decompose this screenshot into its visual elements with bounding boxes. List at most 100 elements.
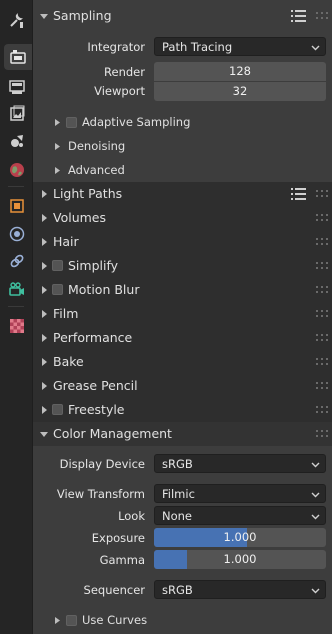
display-device-value: sRGB	[162, 457, 193, 471]
use-curves-label: Use Curves	[82, 613, 148, 627]
chevron-down-icon	[311, 45, 320, 51]
drag-grip-icon[interactable]	[316, 381, 328, 391]
render-properties: Sampling Integrator Path Tracing Render …	[33, 0, 332, 634]
exposure-slider[interactable]: 1.000	[154, 528, 326, 547]
constraints-tab[interactable]	[4, 248, 30, 274]
chevron-down-icon	[311, 492, 320, 498]
collapsed-arrow-icon	[42, 190, 47, 198]
properties-tab-bar	[0, 0, 33, 634]
drag-grip-icon[interactable]	[316, 285, 328, 295]
collapsed-arrow-icon	[55, 617, 60, 624]
display-device-label: Display Device	[59, 457, 145, 471]
physics-tab[interactable]	[4, 221, 30, 247]
denoising-subpanel[interactable]: Denoising	[53, 137, 313, 157]
freestyle-header[interactable]: Freestyle	[33, 398, 332, 422]
drag-grip-icon[interactable]	[316, 189, 328, 199]
drag-grip-icon[interactable]	[316, 405, 328, 415]
output-tab-icon	[9, 80, 25, 94]
expanded-arrow-icon	[40, 14, 48, 19]
output-tab[interactable]	[4, 74, 30, 100]
viewport-samples-label: Viewport	[94, 84, 145, 98]
panel-title: Volumes	[53, 210, 107, 225]
drag-grip-icon[interactable]	[316, 357, 328, 367]
texture-tab[interactable]	[4, 313, 30, 339]
drag-grip-icon[interactable]	[316, 309, 328, 319]
collapsed-arrow-icon	[42, 334, 47, 342]
scene-tab[interactable]	[4, 128, 30, 154]
panel-title: Motion Blur	[68, 282, 140, 297]
view-transform-label: View Transform	[56, 487, 145, 501]
volumes-header[interactable]: Volumes	[33, 206, 332, 230]
view-layer-tab-icon	[10, 105, 25, 121]
advanced-subpanel[interactable]: Advanced	[53, 161, 313, 181]
gamma-value: 1.000	[223, 552, 257, 566]
view-transform-dropdown[interactable]: Filmic	[154, 484, 326, 503]
panel-title: Bake	[53, 354, 84, 369]
viewport-samples-value: 32	[232, 84, 248, 98]
world-tab-icon	[10, 163, 24, 177]
simplify-header[interactable]: Simplify	[33, 254, 332, 278]
sampling-header[interactable]: Sampling	[33, 4, 332, 28]
performance-header[interactable]: Performance	[33, 326, 332, 350]
adaptive-sampling-checkbox[interactable]	[66, 117, 77, 128]
sequencer-dropdown[interactable]: sRGB	[154, 580, 326, 599]
scene-tab-icon	[11, 135, 23, 147]
use-curves-subpanel[interactable]: Use Curves	[53, 611, 313, 631]
constraints-tab-icon	[10, 254, 24, 268]
view-layer-tab[interactable]	[4, 101, 30, 127]
collapsed-arrow-icon	[42, 382, 47, 390]
drag-grip-icon[interactable]	[316, 213, 328, 223]
panel-title: Performance	[53, 330, 133, 345]
collapsed-arrow-icon	[42, 262, 47, 270]
drag-grip-icon[interactable]	[316, 261, 328, 271]
use-curves-checkbox[interactable]	[66, 615, 77, 626]
sequencer-value: sRGB	[162, 583, 193, 597]
panel-title: Freestyle	[68, 402, 125, 417]
panel-title: Light Paths	[53, 186, 123, 201]
view-transform-value: Filmic	[162, 487, 195, 501]
tool-tab[interactable]	[4, 8, 30, 34]
drag-grip-icon[interactable]	[316, 11, 328, 21]
bake-header[interactable]: Bake	[33, 350, 332, 374]
look-dropdown[interactable]: None	[154, 506, 326, 525]
drag-grip-icon[interactable]	[316, 237, 328, 247]
render-samples-value: 128	[229, 64, 251, 78]
collapsed-arrow-icon	[55, 119, 60, 126]
panel-title: Grease Pencil	[53, 378, 138, 393]
motion-blur-checkbox[interactable]	[52, 284, 63, 295]
texture-tab-icon	[10, 319, 24, 333]
chevron-down-icon	[311, 588, 320, 594]
render-tab-icon	[10, 50, 26, 64]
presets-list-icon[interactable]	[291, 9, 306, 23]
panel-title: Sampling	[53, 8, 112, 23]
drag-grip-icon[interactable]	[316, 429, 328, 439]
simplify-checkbox[interactable]	[52, 260, 63, 271]
drag-grip-icon[interactable]	[316, 333, 328, 343]
integrator-dropdown[interactable]: Path Tracing	[154, 37, 326, 56]
data-tab[interactable]	[4, 277, 30, 303]
render-samples-label: Render	[104, 65, 145, 79]
gamma-label: Gamma	[99, 553, 145, 567]
film-header[interactable]: Film	[33, 302, 332, 326]
freestyle-checkbox[interactable]	[52, 404, 63, 415]
display-device-dropdown[interactable]: sRGB	[154, 454, 326, 473]
exposure-label: Exposure	[91, 531, 145, 545]
hair-header[interactable]: Hair	[33, 230, 332, 254]
grease-pencil-header[interactable]: Grease Pencil	[33, 374, 332, 398]
adaptive-sampling-subpanel[interactable]: Adaptive Sampling	[53, 113, 313, 133]
presets-list-icon[interactable]	[291, 187, 306, 201]
color-management-header[interactable]: Color Management	[33, 422, 332, 446]
collapsed-arrow-icon	[42, 358, 47, 366]
render-tab[interactable]	[4, 44, 32, 70]
object-tab[interactable]	[4, 193, 30, 219]
viewport-samples-field[interactable]: 32	[154, 82, 326, 101]
gamma-slider[interactable]: 1.000	[154, 550, 326, 569]
world-tab[interactable]	[4, 157, 30, 183]
light-paths-header[interactable]: Light Paths	[33, 182, 332, 206]
advanced-label: Advanced	[68, 163, 125, 177]
look-value: None	[162, 509, 193, 523]
motion-blur-header[interactable]: Motion Blur	[33, 278, 332, 302]
collapsed-arrow-icon	[42, 310, 47, 318]
collapsed-arrow-icon	[55, 143, 60, 150]
render-samples-field[interactable]: 128	[154, 62, 326, 81]
